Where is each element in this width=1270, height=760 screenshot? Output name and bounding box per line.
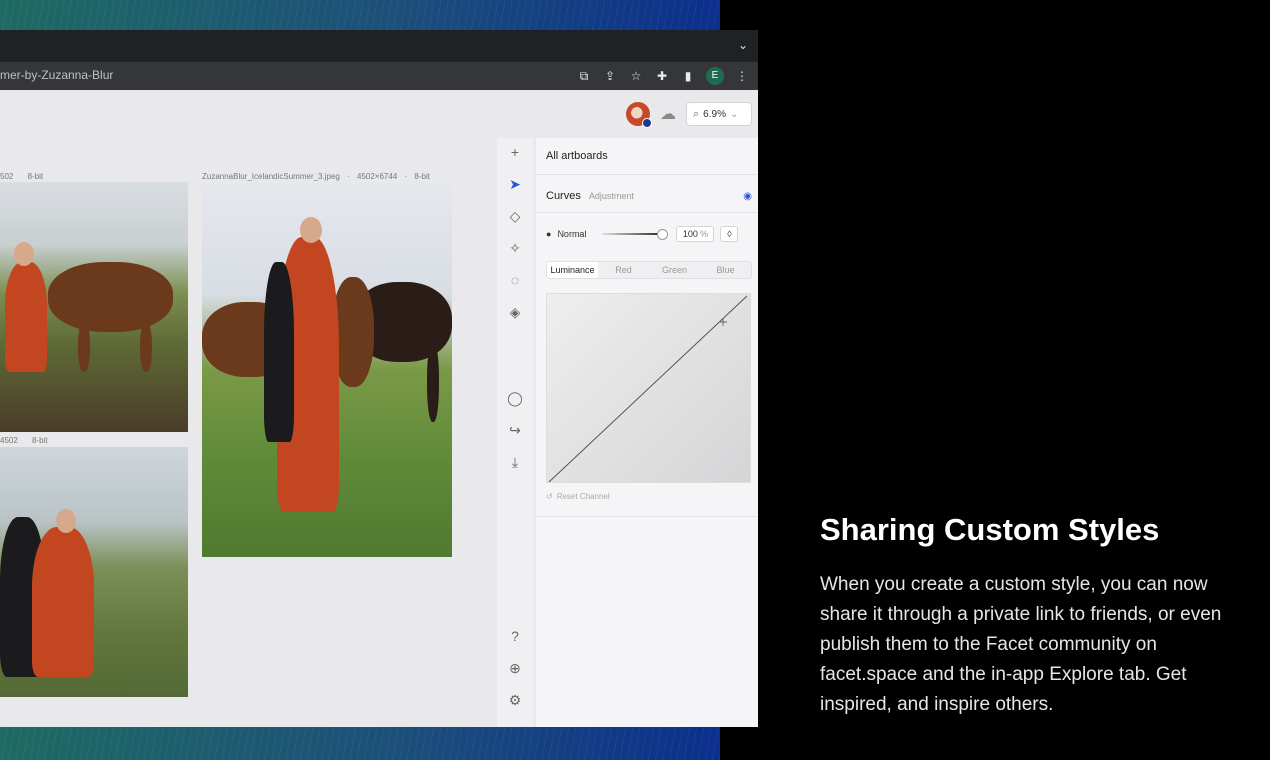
horse-leg [427,342,439,422]
opacity-slider[interactable] [602,229,669,240]
tab-green[interactable]: Green [649,262,700,278]
person-red-coat [5,262,47,372]
artboard-meta: ZuzannaBlur_IcelandicSummer_3.jpeg · 450… [202,172,430,181]
chevron-down-icon[interactable]: ⌄ [738,38,748,52]
visibility-eye-icon[interactable]: ◉ [743,191,752,202]
horse-shape [48,262,173,332]
opacity-input[interactable]: 100% [676,226,715,242]
artboard-meta: 4502 8-bit [0,436,48,445]
tab-red[interactable]: Red [598,262,649,278]
artboard-image[interactable] [0,182,188,432]
horse-leg [78,322,90,372]
extensions-icon[interactable]: ✚ [654,66,670,86]
reset-icon: ↺ [546,492,553,501]
zoom-magnifier-icon: ⌕ [693,107,700,120]
mask-tag-icon[interactable]: ◊ [720,226,739,242]
app-top-controls: ☁ ⌕ 6.9% ⌄ [626,102,752,128]
cube-icon[interactable]: ◇ [505,206,525,226]
open-external-icon[interactable]: ⧉ [576,66,592,86]
reset-label: Reset Channel [556,492,610,501]
artboard-size: 4502 [0,436,18,445]
profile-icon[interactable]: E [706,67,724,85]
artboard-dimensions: 4502×6744 [357,172,398,181]
share-arrow-icon[interactable]: ↪ [505,420,525,440]
blend-drop-icon: ● [546,229,552,239]
adjustments-panel: All artboards Curves Adjustment ◉ ● Norm… [536,138,758,727]
url-text[interactable]: mer-by-Zuzanna-Blur [0,68,113,82]
reset-channel-button[interactable]: ↺ Reset Channel [546,492,752,501]
bookmark-star-icon[interactable]: ☆ [628,66,644,86]
channel-tabs: Luminance Red Green Blue [546,261,752,279]
zoom-value: 6.9% [703,108,726,120]
browser-toolbar: ⧉ ⇪ ☆ ✚ ▮ E ⋮ [576,66,750,86]
sidebar-icon[interactable]: ▮ [680,66,696,86]
person-dark-coat [264,262,294,442]
artboard-image-selected[interactable] [202,182,452,557]
zoom-control[interactable]: ⌕ 6.9% ⌄ [686,102,752,126]
curves-graph[interactable] [546,293,751,483]
person-head [56,509,76,533]
divider [536,212,758,213]
artboard-bits: 8-bit [32,436,48,445]
promo-body: When you create a custom style, you can … [820,574,1222,715]
person-head [300,217,322,243]
chevron-down-icon: ⌄ [729,108,739,120]
divider [536,174,758,175]
artboard-meta: 502 8-bit [0,172,43,181]
curve-line [548,295,748,483]
help-icon[interactable]: ? [505,626,525,646]
artboard-filename: ZuzannaBlur_IcelandicSummer_3.jpeg [202,172,340,181]
globe-icon[interactable]: ⊕ [505,658,525,678]
stage: ⌄ mer-by-Zuzanna-Blur ⧉ ⇪ ☆ ✚ ▮ E ⋮ ☁ ⌕ … [0,0,1270,760]
browser-window: ⌄ mer-by-Zuzanna-Blur ⧉ ⇪ ☆ ✚ ▮ E ⋮ ☁ ⌕ … [0,30,758,727]
artboard-image[interactable] [0,447,188,697]
layer-title: Curves [546,190,581,202]
artboard-size: 502 [0,172,14,181]
comment-icon[interactable]: ◯ [505,388,525,408]
artboard-bits: 8-bit [414,172,430,181]
magic-wand-icon[interactable]: ✧ [505,238,525,258]
download-icon[interactable]: ⤓ [505,452,525,472]
browser-tab-bar: ⌄ [0,30,758,62]
tab-blue[interactable]: Blue [700,262,751,278]
tool-rail: + ➤ ◇ ✧ ◌ ◈ ◯ ↪ ⤓ ? ⊕ ⚙ [497,138,533,727]
paint-bucket-icon[interactable]: ◈ [505,302,525,322]
blend-row: ● Normal 100% ◊ [546,226,752,242]
plus-icon[interactable]: + [505,142,525,162]
horse-leg [140,322,152,372]
blend-mode-select[interactable]: Normal [557,229,586,239]
bulb-icon[interactable]: ◌ [505,270,525,290]
more-icon[interactable]: ⋮ [734,66,750,86]
layer-subtitle: Adjustment [588,191,634,201]
share-icon[interactable]: ⇪ [602,66,618,86]
tab-luminance[interactable]: Luminance [547,262,598,278]
person-red-coat [32,527,94,677]
person-head [14,242,34,266]
address-bar[interactable]: mer-by-Zuzanna-Blur ⧉ ⇪ ☆ ✚ ▮ E ⋮ [0,62,758,90]
settings-icon[interactable]: ⚙ [505,690,525,710]
avatar[interactable] [626,102,652,128]
all-artboards-label[interactable]: All artboards [546,150,752,162]
layer-header[interactable]: Curves Adjustment [546,190,752,202]
select-arrow-icon[interactable]: ➤ [505,174,525,194]
artboard-bits: 8-bit [27,172,44,181]
promo-headline: Sharing Custom Styles [820,512,1160,547]
cloud-sync-icon[interactable]: ☁ [660,104,676,124]
facet-app: ☁ ⌕ 6.9% ⌄ 502 8-bit ZuzannaBlur_Iceland… [0,90,758,727]
divider [536,516,758,517]
